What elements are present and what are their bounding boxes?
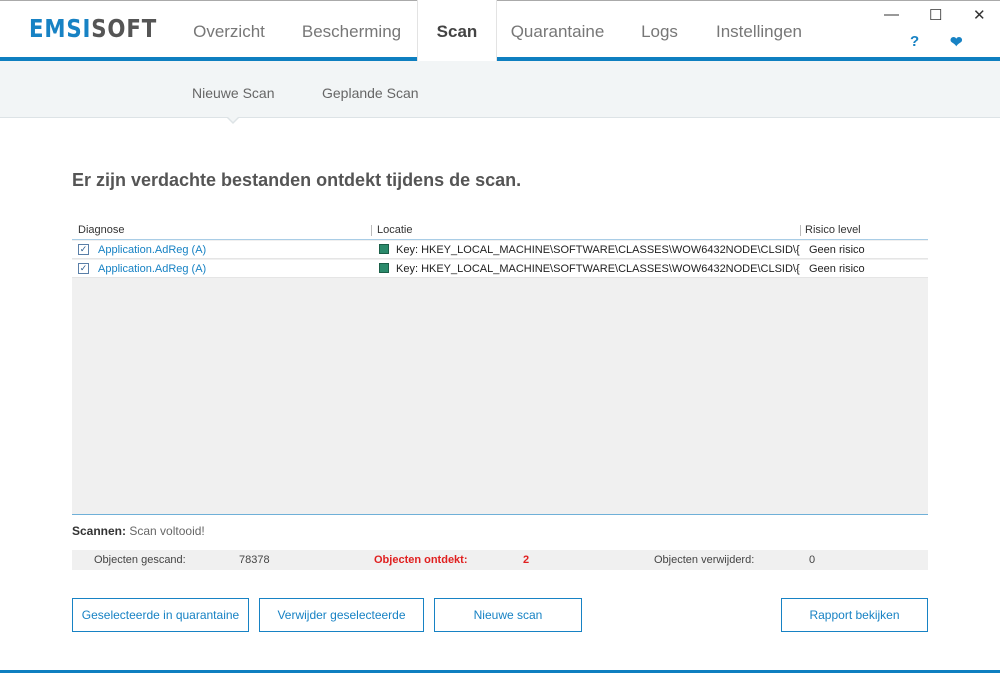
table-row[interactable]: ✓ Application.AdReg (A) Key: HKEY_LOCAL_… — [72, 260, 928, 278]
minimize-icon[interactable]: — — [884, 6, 899, 23]
tab-overzicht[interactable]: Overzicht — [180, 0, 278, 61]
new-scan-button[interactable]: Nieuwe scan — [434, 598, 582, 632]
removed-label: Objecten verwijderd: — [654, 554, 755, 566]
page-title: Er zijn verdachte bestanden ontdekt tijd… — [72, 170, 522, 190]
close-icon[interactable]: ✕ — [973, 6, 986, 24]
column-risico[interactable]: Risico level — [805, 224, 861, 236]
maximize-icon[interactable]: ☐ — [929, 6, 942, 24]
locatie-cell: Key: HKEY_LOCAL_MACHINE\SOFTWARE\CLASSES… — [396, 244, 800, 256]
tab-quarantaine[interactable]: Quarantaine — [505, 0, 610, 61]
table-row[interactable]: ✓ Application.AdReg (A) Key: HKEY_LOCAL_… — [72, 241, 928, 259]
scan-stats: Objecten gescand: 78378 Objecten ontdekt… — [72, 550, 928, 570]
subnav — [0, 61, 1000, 118]
results-table[interactable]: Diagnose Locatie Risico level ✓ Applicat… — [72, 222, 928, 515]
row-checkbox[interactable]: ✓ — [78, 244, 89, 255]
table-header: Diagnose Locatie Risico level — [72, 222, 928, 240]
help-icon[interactable]: ? — [910, 33, 919, 50]
emsisoft-logo: EMSISOFT — [29, 14, 158, 43]
registry-key-icon — [379, 263, 389, 273]
scan-status: Scannen: Scan voltooid! — [72, 524, 205, 538]
diagnose-cell: Application.AdReg (A) — [98, 244, 207, 256]
scanned-label: Objecten gescand: — [94, 554, 186, 566]
scanned-value: 78378 — [239, 554, 270, 566]
registry-key-icon — [379, 244, 389, 254]
locatie-cell: Key: HKEY_LOCAL_MACHINE\SOFTWARE\CLASSES… — [396, 263, 800, 275]
tab-bescherming[interactable]: Bescherming — [294, 0, 409, 61]
subnav-geplande-scan[interactable]: Geplande Scan — [322, 85, 419, 101]
tab-logs[interactable]: Logs — [632, 0, 687, 61]
risico-cell: Geen risico — [809, 263, 865, 275]
removed-value: 0 — [809, 554, 816, 566]
tab-instellingen[interactable]: Instellingen — [705, 0, 813, 61]
diagnose-cell: Application.AdReg (A) — [98, 263, 207, 275]
view-report-button[interactable]: Rapport bekijken — [781, 598, 928, 632]
delete-selected-button[interactable]: Verwijder geselecteerde — [259, 598, 424, 632]
found-label: Objecten ontdekt: — [374, 554, 468, 566]
column-divider[interactable] — [800, 225, 801, 236]
tab-scan[interactable]: Scan — [417, 0, 497, 61]
quarantine-selected-button[interactable]: Geselecteerde in quarantaine — [72, 598, 249, 632]
heart-icon[interactable]: ❤ — [950, 33, 963, 51]
row-checkbox[interactable]: ✓ — [78, 263, 89, 274]
column-diagnose[interactable]: Diagnose — [78, 224, 124, 236]
column-locatie[interactable]: Locatie — [377, 224, 412, 236]
column-divider[interactable] — [371, 225, 372, 236]
found-value: 2 — [523, 554, 530, 566]
subnav-nieuwe-scan[interactable]: Nieuwe Scan — [192, 85, 275, 101]
risico-cell: Geen risico — [809, 244, 865, 256]
active-indicator-fill — [227, 116, 239, 122]
